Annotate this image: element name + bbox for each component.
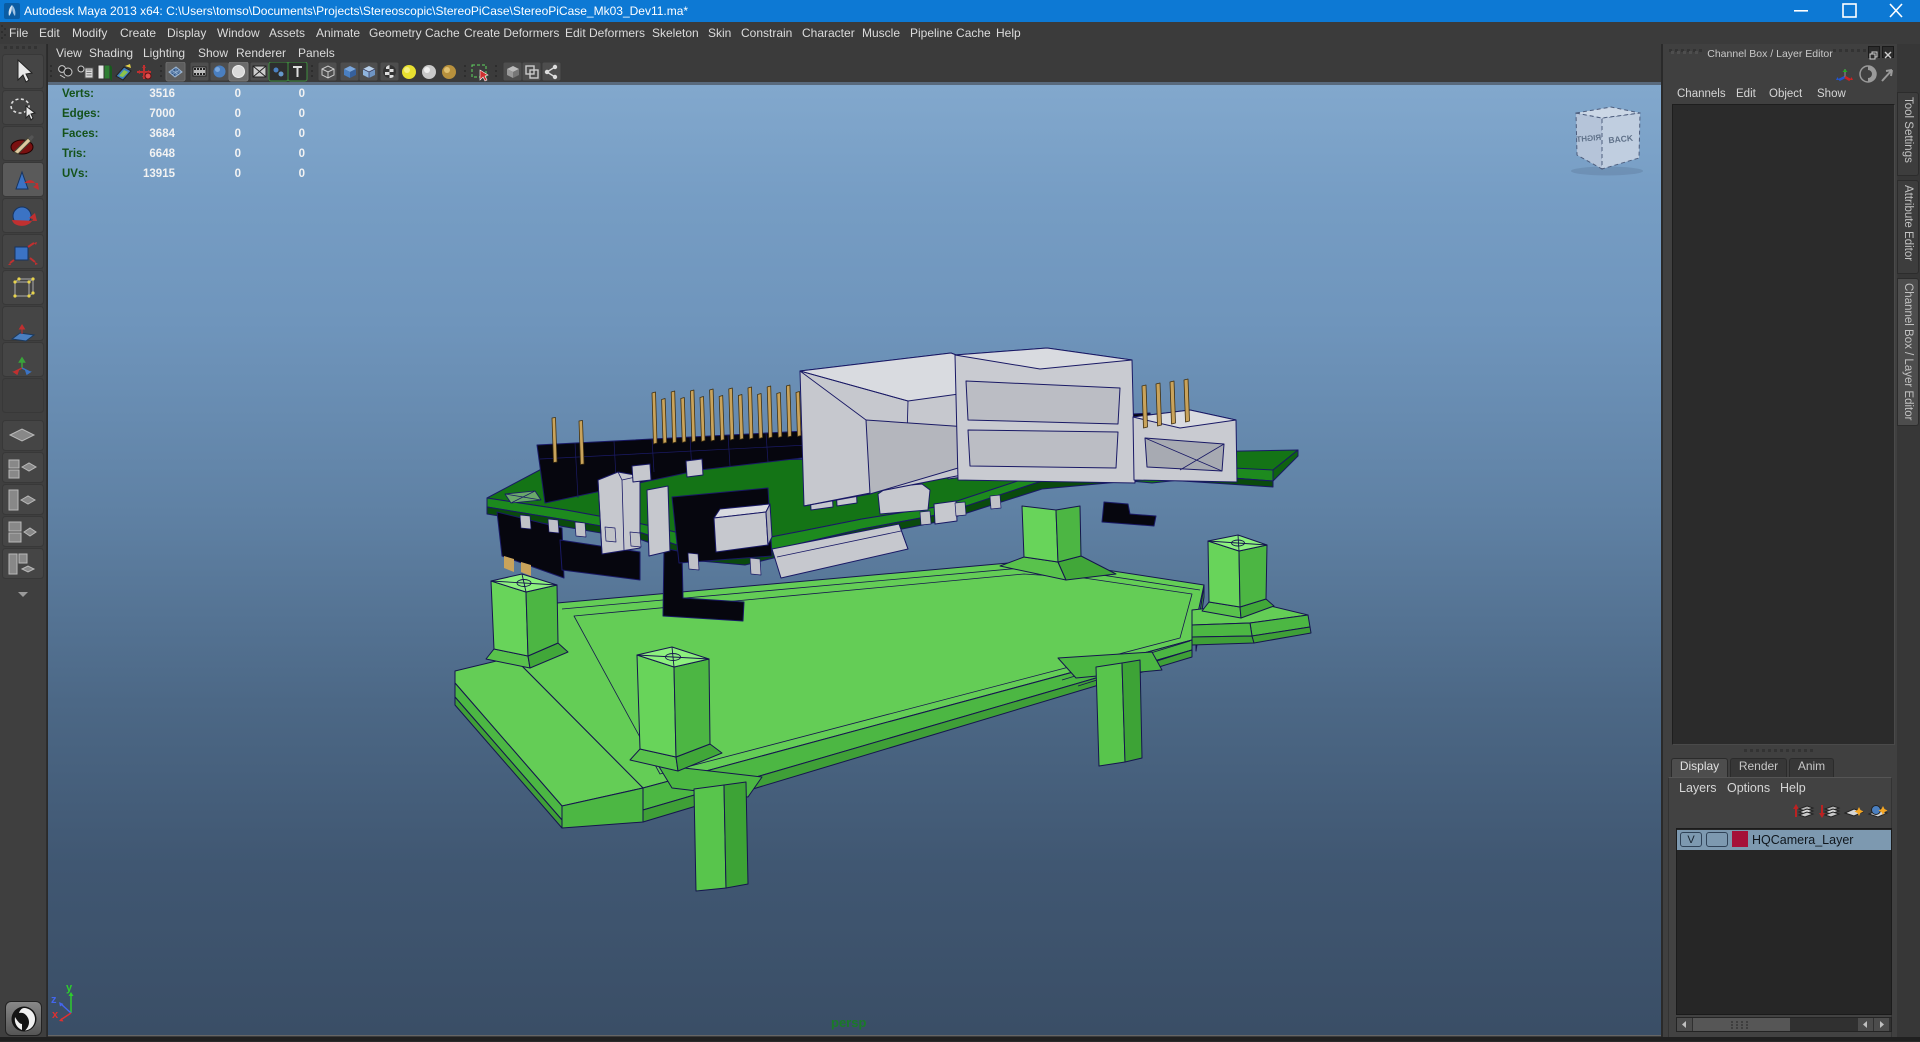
svg-text:x: x: [52, 1009, 59, 1021]
svg-text:z: z: [51, 994, 57, 1006]
svg-text:y: y: [66, 982, 73, 994]
